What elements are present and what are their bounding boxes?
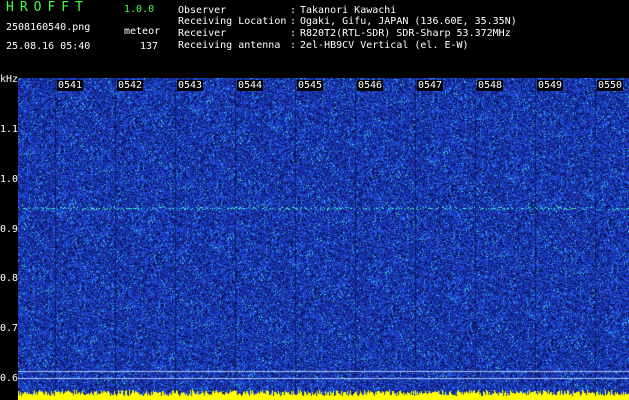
x-tick-label: 0541	[57, 80, 84, 91]
x-tick-label: 0550	[597, 80, 624, 91]
file-name: 2508160540.png	[6, 22, 91, 33]
x-tick-label: 0548	[477, 80, 504, 91]
x-tick-label: 0544	[237, 80, 264, 91]
y-tick-label: 1.1	[0, 124, 19, 135]
x-tick-label: 0542	[117, 80, 144, 91]
meteor-count: 137	[140, 41, 159, 52]
receiver-label: Receiver	[178, 28, 227, 39]
y-tick-label: 0.6	[0, 373, 19, 384]
y-tick-label: 0.7	[0, 323, 19, 334]
y-tick-label: 1.0	[0, 174, 19, 185]
spectrogram-panel	[18, 78, 629, 400]
receiver-value: R820T2(RTL-SDR) SDR-Sharp 53.372MHz	[300, 28, 511, 39]
location-value: Ogaki, Gifu, JAPAN (136.60E, 35.35N)	[300, 16, 517, 27]
observer-label: Observer	[178, 5, 227, 16]
observer-value: Takanori Kawachi	[300, 5, 397, 16]
y-tick-label: 0.9	[0, 224, 19, 235]
app-title: HROFFT	[6, 0, 89, 15]
info-colon: :	[290, 40, 297, 51]
timestamp: 25.08.16 05:40	[6, 41, 91, 52]
antenna-label: Receiving antenna	[178, 40, 281, 51]
info-colon: :	[290, 16, 297, 27]
x-tick-label: 0546	[357, 80, 384, 91]
antenna-value: 2el-HB9CV Vertical (el. E-W)	[300, 40, 469, 51]
x-tick-label: 0549	[537, 80, 564, 91]
info-colon: :	[290, 5, 297, 16]
y-tick-label: 0.8	[0, 273, 19, 284]
x-tick-label: 0547	[417, 80, 444, 91]
info-colon: :	[290, 28, 297, 39]
spectrogram-canvas	[18, 78, 629, 400]
meteor-counter-label: meteor	[124, 26, 161, 37]
x-tick-label: 0545	[297, 80, 324, 91]
location-label: Receiving Location	[178, 16, 287, 27]
app-version: 1.0.0	[124, 4, 155, 15]
x-tick-label: 0543	[177, 80, 204, 91]
header-panel: HROFFT 1.0.0 2508160540.png meteor 25.08…	[0, 0, 629, 78]
frequency-unit-label: kHz	[0, 74, 19, 85]
